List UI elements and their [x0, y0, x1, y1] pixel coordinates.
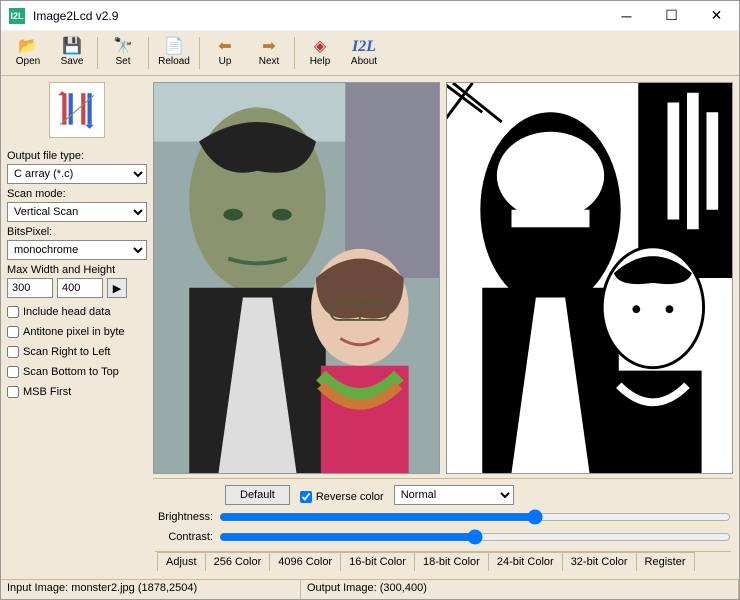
reload-icon: 📄	[164, 39, 184, 55]
tab-18bit-color[interactable]: 18-bit Color	[414, 552, 489, 571]
set-button[interactable]: 🔭Set	[102, 33, 144, 73]
include-head-checkbox[interactable]: Include head data	[7, 306, 147, 318]
scan-direction-icon[interactable]	[49, 82, 105, 138]
output-type-select[interactable]: C array (*.c)	[7, 164, 147, 184]
mode-select[interactable]: Normal	[394, 485, 514, 505]
binoculars-icon: 🔭	[113, 39, 133, 55]
app-icon: I2L	[9, 8, 25, 24]
up-button[interactable]: ⬅Up	[204, 33, 246, 73]
titlebar: I2L Image2Lcd v2.9 ─ ☐ ✕	[1, 1, 739, 31]
reverse-color-checkbox[interactable]: Reverse color	[300, 491, 384, 503]
antitone-checkbox[interactable]: Antitone pixel in byte	[7, 326, 147, 338]
bits-pixel-select[interactable]: monochrome	[7, 240, 147, 260]
minimize-button[interactable]: ─	[604, 1, 649, 31]
toolbar: 📂Open 💾Save 🔭Set 📄Reload ⬅Up ➡Next ◈Help…	[1, 31, 739, 76]
tab-register[interactable]: Register	[636, 552, 695, 571]
tab-32bit-color[interactable]: 32-bit Color	[562, 552, 637, 571]
bits-pixel-label: BitsPixel:	[7, 226, 147, 238]
about-button[interactable]: I2LAbout	[343, 33, 385, 73]
brightness-label: Brightness:	[155, 511, 213, 523]
tab-24bit-color[interactable]: 24-bit Color	[488, 552, 563, 571]
tab-16bit-color[interactable]: 16-bit Color	[340, 552, 415, 571]
tab-adjust[interactable]: Adjust	[157, 552, 206, 571]
contrast-label: Contrast:	[155, 531, 213, 543]
source-image-preview	[153, 82, 440, 474]
tabs: Adjust 256 Color 4096 Color 16-bit Color…	[155, 551, 731, 571]
open-button[interactable]: 📂Open	[7, 33, 49, 73]
help-button[interactable]: ◈Help	[299, 33, 341, 73]
save-button[interactable]: 💾Save	[51, 33, 93, 73]
maximize-button[interactable]: ☐	[649, 1, 694, 31]
msb-first-checkbox[interactable]: MSB First	[7, 386, 147, 398]
window-title: Image2Lcd v2.9	[33, 9, 604, 23]
status-output: Output Image: (300,400)	[301, 580, 739, 599]
default-button[interactable]: Default	[225, 485, 290, 505]
output-image-preview	[446, 82, 733, 474]
about-icon: I2L	[352, 39, 376, 55]
help-icon: ◈	[314, 39, 326, 55]
max-width-input[interactable]	[7, 278, 53, 298]
contrast-slider[interactable]	[219, 529, 731, 545]
statusbar: Input Image: monster2.jpg (1878,2504) Ou…	[1, 579, 739, 599]
save-icon: 💾	[62, 39, 82, 55]
open-icon: 📂	[18, 39, 38, 55]
scan-btt-checkbox[interactable]: Scan Bottom to Top	[7, 366, 147, 378]
arrow-right-icon: ➡	[262, 39, 275, 55]
close-button[interactable]: ✕	[694, 1, 739, 31]
scan-mode-label: Scan mode:	[7, 188, 147, 200]
tab-4096-color[interactable]: 4096 Color	[269, 552, 341, 571]
scan-mode-select[interactable]: Vertical Scan	[7, 202, 147, 222]
tab-256-color[interactable]: 256 Color	[205, 552, 271, 571]
scan-rtl-checkbox[interactable]: Scan Right to Left	[7, 346, 147, 358]
next-button[interactable]: ➡Next	[248, 33, 290, 73]
max-height-input[interactable]	[57, 278, 103, 298]
max-wh-label: Max Width and Height	[7, 264, 147, 276]
brightness-slider[interactable]	[219, 509, 731, 525]
arrow-left-icon: ⬅	[218, 39, 231, 55]
apply-size-button[interactable]: ▶	[107, 278, 127, 298]
reload-button[interactable]: 📄Reload	[153, 33, 195, 73]
status-input: Input Image: monster2.jpg (1878,2504)	[1, 580, 301, 599]
output-type-label: Output file type:	[7, 150, 147, 162]
controls-panel: Default Reverse color Normal Brightness:…	[153, 478, 733, 573]
sidebar: Output file type: C array (*.c) Scan mod…	[7, 82, 147, 573]
